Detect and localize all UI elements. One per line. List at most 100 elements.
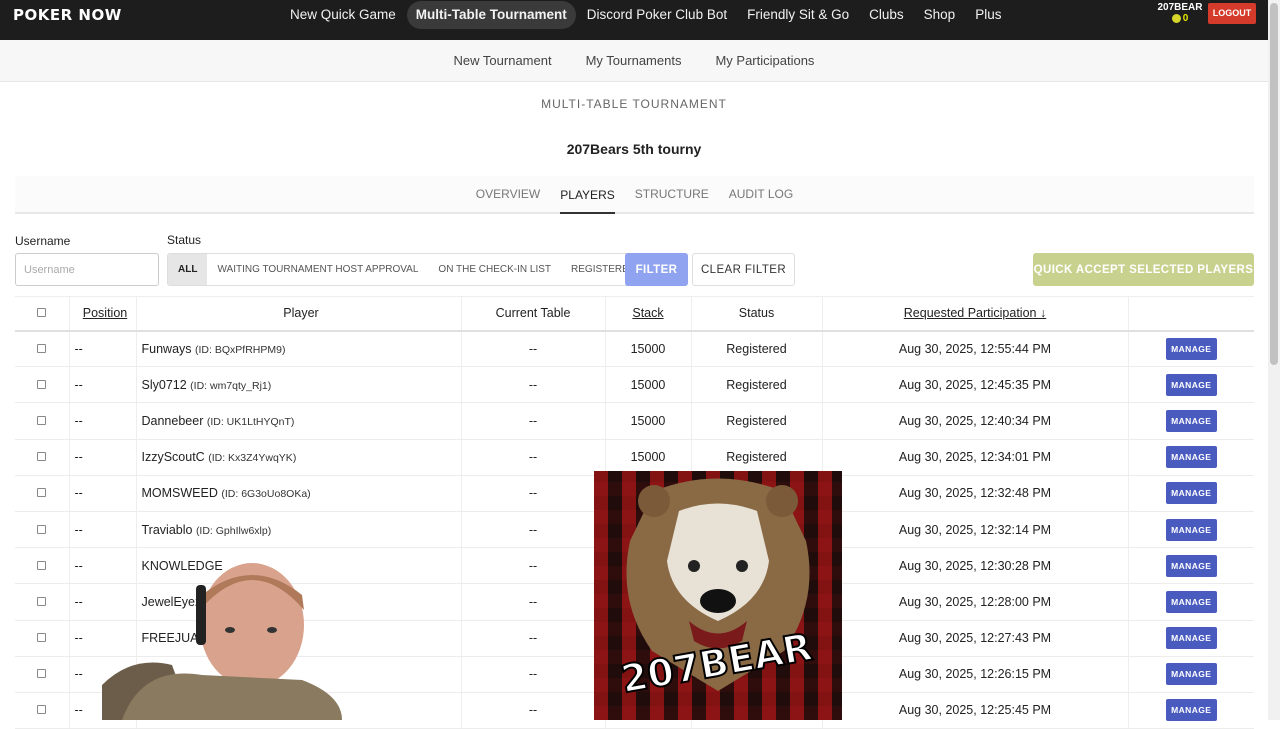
nav-clubs[interactable]: Clubs bbox=[860, 1, 913, 29]
username-filter-input[interactable] bbox=[15, 253, 159, 286]
row-position: -- bbox=[69, 330, 137, 368]
tab-players[interactable]: PLAYERS bbox=[560, 176, 615, 214]
status-filter-label: Status bbox=[167, 233, 202, 247]
row-current-table: -- bbox=[461, 692, 606, 729]
row-select-checkbox[interactable] bbox=[37, 415, 47, 425]
nav-multi-table-tournament[interactable]: Multi-Table Tournament bbox=[406, 1, 576, 29]
row-current-table: -- bbox=[461, 439, 606, 476]
row-position: -- bbox=[69, 511, 137, 549]
row-select-checkbox[interactable] bbox=[37, 488, 47, 498]
row-select-checkbox[interactable] bbox=[37, 452, 47, 462]
header-status: Status bbox=[691, 296, 823, 332]
player-name: Traviablo bbox=[141, 522, 193, 537]
row-manage-cell: MANAGE bbox=[1128, 402, 1254, 440]
logout-button[interactable]: LOGOUT bbox=[1208, 3, 1256, 24]
row-select-checkbox[interactable] bbox=[37, 596, 47, 606]
filter-button[interactable]: FILTER bbox=[625, 253, 688, 286]
manage-button[interactable]: MANAGE bbox=[1165, 482, 1217, 505]
row-manage-cell: MANAGE bbox=[1128, 692, 1254, 729]
player-id: (ID: BQxPfRHPM9) bbox=[195, 343, 286, 356]
nav-new-quick-game[interactable]: New Quick Game bbox=[281, 1, 405, 29]
manage-button[interactable]: MANAGE bbox=[1165, 446, 1217, 469]
manage-button[interactable]: MANAGE bbox=[1165, 337, 1217, 360]
subnav-my-participations[interactable]: My Participations bbox=[715, 53, 814, 68]
bear-logo-icon: 207BEAR bbox=[617, 478, 816, 703]
manage-button[interactable]: MANAGE bbox=[1165, 554, 1217, 577]
header-stack-label[interactable]: Stack bbox=[632, 306, 663, 320]
tab-overview[interactable]: OVERVIEW bbox=[476, 175, 540, 213]
table-row: -- Dannebeer (ID: UK1LtHYQnT) -- 15000 Regis… bbox=[15, 402, 1254, 440]
row-current-table: -- bbox=[461, 620, 606, 657]
player-name: Funways bbox=[141, 341, 192, 356]
row-requested: Aug 30, 2025, 12:32:48 PM bbox=[822, 475, 1129, 512]
row-select-checkbox[interactable] bbox=[37, 343, 47, 353]
page-scrollbar[interactable] bbox=[1268, 0, 1280, 720]
nav-discord-poker-club-bot[interactable]: Discord Poker Club Bot bbox=[578, 1, 736, 29]
row-stack: 15000 bbox=[605, 439, 692, 476]
manage-button[interactable]: MANAGE bbox=[1165, 699, 1217, 722]
subnav-my-tournaments[interactable]: My Tournaments bbox=[586, 53, 682, 68]
row-requested: Aug 30, 2025, 12:32:14 PM bbox=[822, 511, 1129, 549]
manage-button[interactable]: MANAGE bbox=[1165, 409, 1217, 432]
select-all-checkbox[interactable] bbox=[37, 308, 47, 318]
nav-plus[interactable]: Plus bbox=[966, 1, 1010, 29]
header-current-table: Current Table bbox=[461, 296, 606, 332]
tab-audit-log[interactable]: AUDIT LOG bbox=[729, 175, 793, 213]
header-position-label[interactable]: Position bbox=[83, 306, 127, 320]
quick-accept-button[interactable]: QUICK ACCEPT SELECTED PLAYERS bbox=[1033, 253, 1254, 286]
row-current-table: -- bbox=[461, 475, 606, 512]
manage-button[interactable]: MANAGE bbox=[1165, 627, 1217, 650]
row-select-checkbox[interactable] bbox=[37, 705, 47, 715]
status-option-waiting-approval[interactable]: WAITING TOURNAMENT HOST APPROVAL bbox=[207, 254, 428, 285]
row-manage-cell: MANAGE bbox=[1128, 511, 1254, 549]
row-current-table: -- bbox=[461, 583, 606, 621]
row-stack: 15000 bbox=[605, 330, 692, 368]
row-player: Dannebeer (ID: UK1LtHYQnT) bbox=[136, 402, 462, 440]
manage-button[interactable]: MANAGE bbox=[1165, 590, 1217, 613]
clear-filter-button[interactable]: CLEAR FILTER bbox=[692, 253, 795, 286]
row-status: Registered bbox=[691, 330, 823, 368]
row-select-checkbox[interactable] bbox=[37, 669, 47, 679]
coin-balance: 0 bbox=[1156, 13, 1204, 24]
user-account[interactable]: 207BEAR 0 bbox=[1156, 2, 1204, 24]
row-player: Sly0712 (ID: wm7qty_Rj1) bbox=[136, 366, 462, 404]
row-manage-cell: MANAGE bbox=[1128, 330, 1254, 368]
row-select-checkbox[interactable] bbox=[37, 560, 47, 570]
row-player: IzzyScoutC (ID: Kx3Z4YwqYK) bbox=[136, 439, 462, 476]
nav-friendly-sit-go[interactable]: Friendly Sit & Go bbox=[738, 1, 858, 29]
scrollbar-thumb[interactable] bbox=[1270, 3, 1278, 365]
row-requested: Aug 30, 2025, 12:40:34 PM bbox=[822, 402, 1129, 440]
row-requested: Aug 30, 2025, 12:34:01 PM bbox=[822, 439, 1129, 476]
row-position: -- bbox=[69, 402, 137, 440]
nav-shop[interactable]: Shop bbox=[915, 1, 965, 29]
tab-structure[interactable]: STRUCTURE bbox=[635, 175, 709, 213]
manage-button[interactable]: MANAGE bbox=[1165, 663, 1217, 686]
poker-now-logo[interactable]: POKER NOW bbox=[13, 6, 122, 24]
header-requested-label[interactable]: Requested Participation ↓ bbox=[904, 306, 1046, 320]
player-id: (ID: 6G3oUo8OKa) bbox=[221, 488, 311, 501]
status-option-check-in-list[interactable]: ON THE CHECK-IN LIST bbox=[428, 254, 561, 285]
row-requested: Aug 30, 2025, 12:26:15 PM bbox=[822, 656, 1129, 693]
player-id: (ID: UK1LtHYQnT) bbox=[206, 415, 295, 428]
row-manage-cell: MANAGE bbox=[1128, 656, 1254, 693]
subnav-new-tournament[interactable]: New Tournament bbox=[454, 53, 552, 68]
player-name: MOMSWEED bbox=[141, 486, 218, 501]
row-select-checkbox[interactable] bbox=[37, 633, 47, 643]
row-current-table: -- bbox=[461, 366, 606, 404]
row-select-checkbox[interactable] bbox=[37, 379, 47, 389]
manage-button[interactable]: MANAGE bbox=[1165, 373, 1217, 396]
row-manage-cell: MANAGE bbox=[1128, 620, 1254, 657]
row-select-checkbox[interactable] bbox=[37, 524, 47, 534]
header-stack[interactable]: Stack bbox=[605, 296, 692, 332]
manage-button[interactable]: MANAGE bbox=[1165, 518, 1217, 541]
row-stack: 15000 bbox=[605, 366, 692, 404]
row-position: -- bbox=[69, 366, 137, 404]
row-current-table: -- bbox=[461, 330, 606, 368]
status-filter-group: ALL WAITING TOURNAMENT HOST APPROVAL ON … bbox=[167, 253, 648, 286]
row-select-cell bbox=[15, 330, 70, 368]
header-position[interactable]: Position bbox=[69, 296, 137, 332]
status-option-all[interactable]: ALL bbox=[168, 254, 208, 285]
row-manage-cell: MANAGE bbox=[1128, 366, 1254, 404]
header-requested[interactable]: Requested Participation ↓ bbox=[822, 296, 1129, 332]
row-select-cell bbox=[15, 656, 70, 693]
